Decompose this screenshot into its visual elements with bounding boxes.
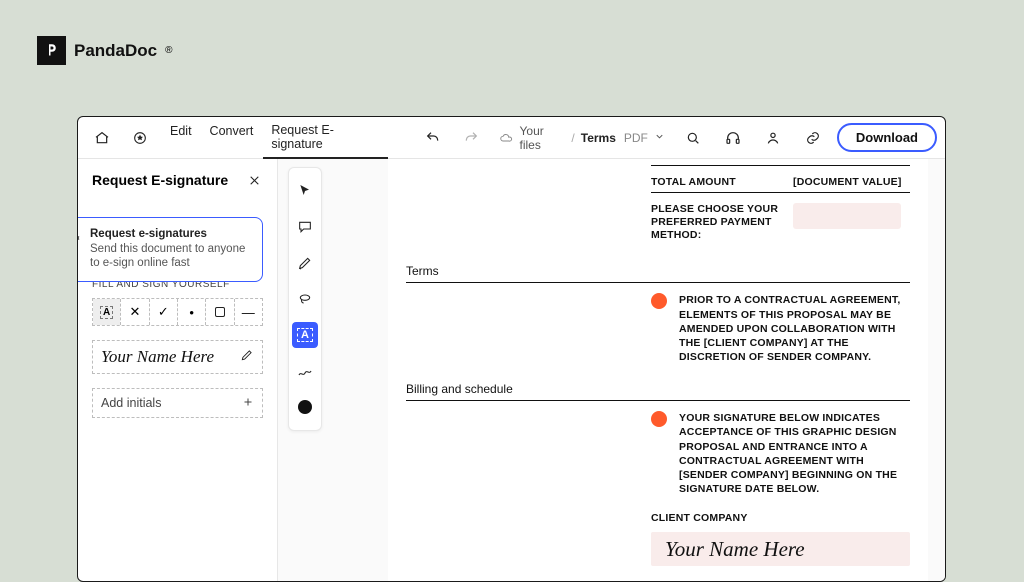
tool-cross-icon[interactable]: ✕ [120,299,148,325]
document-page: TOTAL AMOUNT [DOCUMENT VALUE] PLEASE CHO… [388,159,928,581]
callout-title: Request e-signatures [90,228,250,240]
request-esign-callout[interactable]: Request e-signatures Send this document … [77,217,263,282]
home-icon[interactable] [86,124,118,152]
menubar: Edit Convert Request E-signature Your fi… [78,117,945,159]
breadcrumb-format: PDF [624,131,648,145]
brand-logo: PandaDoc® [37,36,173,65]
bullet-icon [651,293,667,309]
breadcrumb[interactable]: Your files / Terms PDF [499,124,664,152]
total-value: [DOCUMENT VALUE] [793,176,910,188]
link-icon[interactable] [797,124,829,152]
signature-input[interactable]: Your Name Here [92,340,263,374]
cloud-icon [499,130,513,145]
menu-convert[interactable]: Convert [202,117,262,145]
undo-icon[interactable] [417,124,449,152]
breadcrumb-root: Your files [520,124,566,152]
bullet-icon [651,411,667,427]
tool-comment-icon[interactable] [292,214,318,240]
chevron-down-icon[interactable] [654,131,665,145]
tool-text-icon[interactable]: A [292,322,318,348]
total-label: TOTAL AMOUNT [651,176,781,188]
tool-draw-icon[interactable] [292,358,318,384]
tool-check-icon[interactable]: ✓ [149,299,177,325]
app-window: Edit Convert Request E-signature Your fi… [77,116,946,582]
headphones-icon[interactable] [717,124,749,152]
tool-highlight-icon[interactable] [292,250,318,276]
billing-text: YOUR SIGNATURE BELOW INDICATES ACCEPTANC… [679,411,910,496]
plus-icon [242,396,254,411]
star-icon[interactable] [124,124,156,152]
section-billing-title: Billing and schedule [406,382,910,396]
vertical-toolbox: A [288,167,322,431]
tool-select-icon[interactable] [292,178,318,204]
payment-label: PLEASE CHOOSE YOUR PREFERRED PAYMENT MET… [651,203,781,242]
redo-icon[interactable] [455,124,487,152]
pencil-icon[interactable] [240,348,254,367]
document-canvas[interactable]: TOTAL AMOUNT [DOCUMENT VALUE] PLEASE CHO… [278,159,945,581]
search-icon[interactable] [677,124,709,152]
signature-value: Your Name Here [101,347,234,367]
client-company-label: CLIENT COMPANY [651,512,910,524]
tool-color-icon[interactable] [292,394,318,420]
brand-name: PandaDoc [74,41,157,61]
tool-lasso-icon[interactable] [292,286,318,312]
section-terms-title: Terms [406,264,910,278]
terms-text: PRIOR TO A CONTRACTUAL AGREEMENT, ELEMEN… [679,293,910,364]
close-icon[interactable] [245,171,263,189]
client-signature-field[interactable]: Your Name Here [651,532,910,566]
tool-dot-icon[interactable]: • [177,299,205,325]
menu-edit[interactable]: Edit [162,117,200,145]
sidepanel-title: Request E-signature [92,172,228,188]
breadcrumb-current: Terms [581,131,616,145]
account-icon[interactable] [757,124,789,152]
initials-label: Add initials [101,396,161,410]
client-signature-value: Your Name Here [665,537,805,562]
download-button[interactable]: Download [837,123,937,152]
initials-input[interactable]: Add initials [92,388,263,418]
tool-line-icon[interactable]: — [234,299,262,325]
esign-people-icon [77,232,82,253]
tool-circle-icon[interactable] [205,299,233,325]
fill-sign-tools: A ✕ ✓ • — [92,298,263,326]
callout-desc: Send this document to anyone to e-sign o… [90,242,250,271]
brand-mark-icon [37,36,66,65]
payment-method-field[interactable] [793,203,901,229]
menu-request-esignature[interactable]: Request E-signature [263,117,388,159]
tool-textbox-icon[interactable]: A [93,299,120,325]
